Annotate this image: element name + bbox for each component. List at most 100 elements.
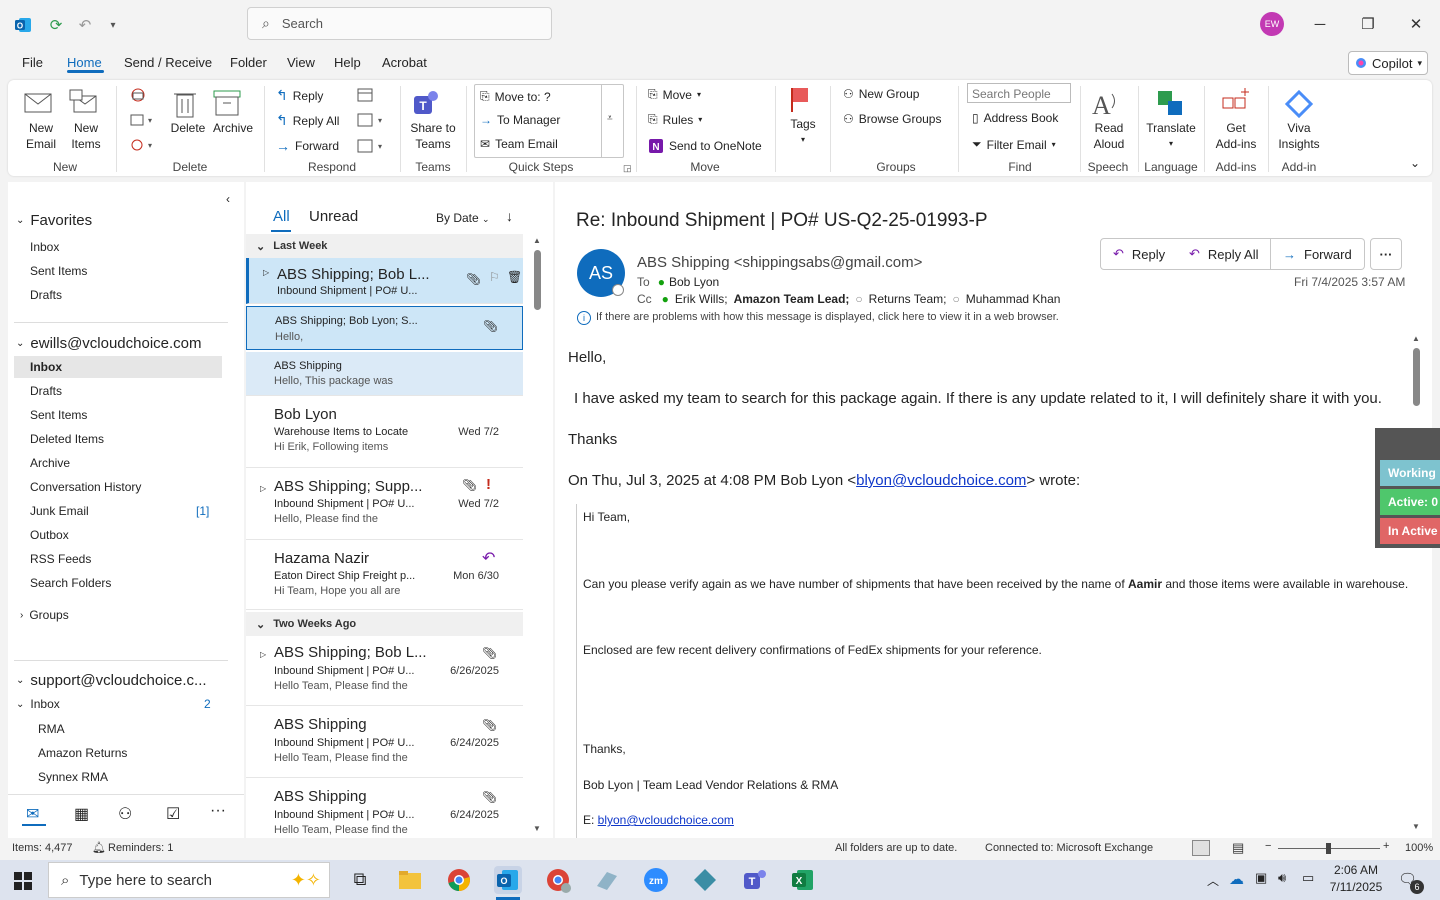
im-icon[interactable]: ▾ (356, 112, 386, 128)
address-book-button[interactable]: ▯ Address Book (972, 111, 1058, 125)
cc-recipient[interactable]: Muhammad Khan (966, 292, 1061, 306)
onedrive-icon[interactable]: ☁ (1229, 870, 1244, 888)
expand-conversation-icon[interactable]: ▷ (260, 484, 266, 493)
dialog-launcher-icon[interactable]: ◲ (623, 163, 632, 174)
search-box[interactable]: ⌕ Search (247, 7, 552, 40)
favorites-header[interactable]: ⌄ Favorites (16, 212, 92, 229)
browse-groups-button[interactable]: ⚇ Browse Groups (843, 112, 941, 126)
send-to-onenote-button[interactable]: N Send to OneNote (648, 138, 762, 154)
favorite-inbox[interactable]: Inbox (30, 240, 59, 254)
move-button[interactable]: ⎘ Move ▾ (648, 87, 701, 102)
forward-button[interactable]: → Forward (276, 138, 339, 154)
network-icon[interactable]: ▭ (1302, 870, 1314, 886)
tags-button[interactable]: Tags ▾ (786, 84, 820, 148)
copilot-button[interactable]: Copilot ▾ (1348, 51, 1428, 75)
account1-header[interactable]: ⌄ ewills@vcloudchoice.com (16, 335, 202, 352)
collapse-pane-icon[interactable]: ‹ (226, 192, 230, 206)
more-actions-button[interactable]: ··· (1370, 238, 1402, 270)
group-header-last-week[interactable]: ⌄ Last Week (246, 234, 523, 258)
tray-overflow-icon[interactable]: ︿ (1207, 872, 1219, 889)
ribbon-collapse-icon[interactable]: ⌄ (1410, 156, 1420, 170)
menu-acrobat[interactable]: Acrobat (382, 55, 427, 70)
reminders-count[interactable]: Reminders: 1 (108, 842, 173, 854)
reply-all-button[interactable]: ↰ Reply All (276, 112, 339, 129)
minimize-icon[interactable]: ─ (1308, 12, 1332, 36)
status-inactive[interactable]: In Active (1380, 518, 1440, 544)
zoom-in-icon[interactable]: + (1383, 840, 1389, 852)
folder-outbox[interactable]: Outbox (30, 528, 69, 542)
task-view-icon[interactable]: ⧉ (346, 866, 374, 894)
undo-icon[interactable]: ↶ (74, 14, 96, 36)
file-explorer-icon[interactable] (396, 866, 424, 894)
rules-button[interactable]: ⎘ Rules ▾ (648, 112, 702, 127)
new-group-button[interactable]: ⚇ New Group (843, 87, 919, 101)
tab-unread[interactable]: Unread (309, 208, 358, 225)
account2-header[interactable]: ⌄ support@vcloudchoice.c... (16, 672, 207, 689)
sort-by-date[interactable]: By Date ⌄ (436, 211, 490, 225)
menu-home[interactable]: Home (67, 55, 102, 70)
list-item[interactable]: ABS Shipping; Bob Lyon; S... Hello, 📎︎ (246, 306, 523, 350)
quote-email-link[interactable]: blyon@vcloudchoice.com (856, 472, 1026, 489)
filter-email-button[interactable]: ⏷ Filter Email ▾ (972, 137, 1056, 152)
normal-view-icon[interactable] (1192, 840, 1210, 856)
sort-direction-icon[interactable]: ↓ (506, 208, 513, 224)
forward-button[interactable]: → Forward (1271, 238, 1365, 270)
chrome-profile-icon[interactable] (544, 866, 572, 894)
new-email-button[interactable]: New Email (22, 88, 60, 152)
more-apps-icon[interactable]: ··· (210, 802, 226, 820)
folder-junk-email[interactable]: Junk Email (30, 504, 89, 518)
list-item[interactable]: ▷ ABS Shipping; Bob L... Inbound Shipmen… (246, 636, 523, 706)
quick-step-to-manager[interactable]: → To Manager (480, 113, 560, 127)
list-item[interactable]: ABS Shipping Inbound Shipment | PO# U...… (246, 780, 523, 838)
mail-module-icon[interactable]: ✉ (26, 804, 39, 824)
folder-amazon-returns[interactable]: Amazon Returns (38, 746, 127, 760)
reply-button[interactable]: ↰ Reply (276, 87, 323, 104)
list-scrollbar-thumb[interactable] (534, 250, 541, 310)
quick-step-move-to[interactable]: ⎘ Move to: ? (480, 89, 551, 104)
scroll-down-icon[interactable]: ▼ (533, 824, 541, 833)
zoom-out-icon[interactable]: − (1265, 840, 1271, 852)
search-people-input[interactable]: Search People (967, 83, 1071, 103)
favorite-drafts[interactable]: Drafts (30, 288, 62, 302)
delete-button[interactable]: Delete (168, 88, 208, 136)
reply-button[interactable]: ↶ Reply (1100, 238, 1179, 270)
ignore-icon[interactable] (130, 87, 146, 103)
tab-all[interactable]: All (273, 208, 290, 225)
menu-send-receive[interactable]: Send / Receive (124, 55, 212, 70)
read-aloud-button[interactable]: A Read Aloud (1088, 88, 1130, 152)
sync-icon[interactable]: ⟳ (45, 14, 67, 36)
folder-rss-feeds[interactable]: RSS Feeds (30, 552, 91, 566)
menu-folder[interactable]: Folder (230, 55, 267, 70)
groups-header[interactable]: › Groups (20, 608, 69, 622)
folder-conversation-history[interactable]: Conversation History (30, 480, 141, 494)
more-respond-icon[interactable]: ▾ (356, 138, 386, 154)
customize-qat-icon[interactable]: ▾ (102, 14, 124, 36)
cleanup-icon[interactable]: ▾ (130, 112, 154, 128)
menu-file[interactable]: File (22, 55, 43, 70)
scroll-up-icon[interactable]: ▲ (533, 236, 541, 245)
teams-taskbar-icon[interactable]: T (740, 866, 768, 894)
chrome-icon[interactable] (445, 866, 473, 894)
menu-help[interactable]: Help (334, 55, 361, 70)
email-from[interactable]: ABS Shipping <shippingsabs@gmail.com> (637, 254, 922, 271)
zoom-slider-thumb[interactable] (1326, 843, 1331, 854)
volume-icon[interactable]: 🔊︎ (1278, 870, 1286, 886)
status-active[interactable]: Active: 0 (1380, 489, 1440, 515)
meeting-icon[interactable] (356, 87, 374, 103)
favorite-sent-items[interactable]: Sent Items (30, 264, 87, 278)
folder-rma[interactable]: RMA (38, 722, 65, 736)
clock[interactable]: 2:06 AM 7/11/2025 (1329, 863, 1383, 894)
status-working[interactable]: Working (1380, 460, 1440, 486)
list-item[interactable]: ▷ ABS Shipping; Bob L... Inbound Shipmen… (246, 258, 523, 304)
list-item[interactable]: Hazama Nazir Eaton Direct Ship Freight p… (246, 542, 523, 610)
zoom-app-icon[interactable]: zm (642, 866, 670, 894)
list-item[interactable]: ABS Shipping Hello, This package was (246, 352, 523, 396)
info-bar[interactable]: i If there are problems with how this me… (577, 311, 1059, 325)
folder-inbox[interactable]: Inbox (14, 356, 222, 378)
folder-drafts[interactable]: Drafts (30, 384, 62, 398)
user-avatar[interactable]: EW (1260, 12, 1284, 36)
group-header-two-weeks-ago[interactable]: ⌄ Two Weeks Ago (246, 612, 523, 636)
security-icon[interactable]: ▣ (1255, 870, 1267, 886)
scroll-down-icon[interactable]: ▼ (1412, 822, 1420, 831)
app-icon[interactable] (593, 866, 621, 894)
